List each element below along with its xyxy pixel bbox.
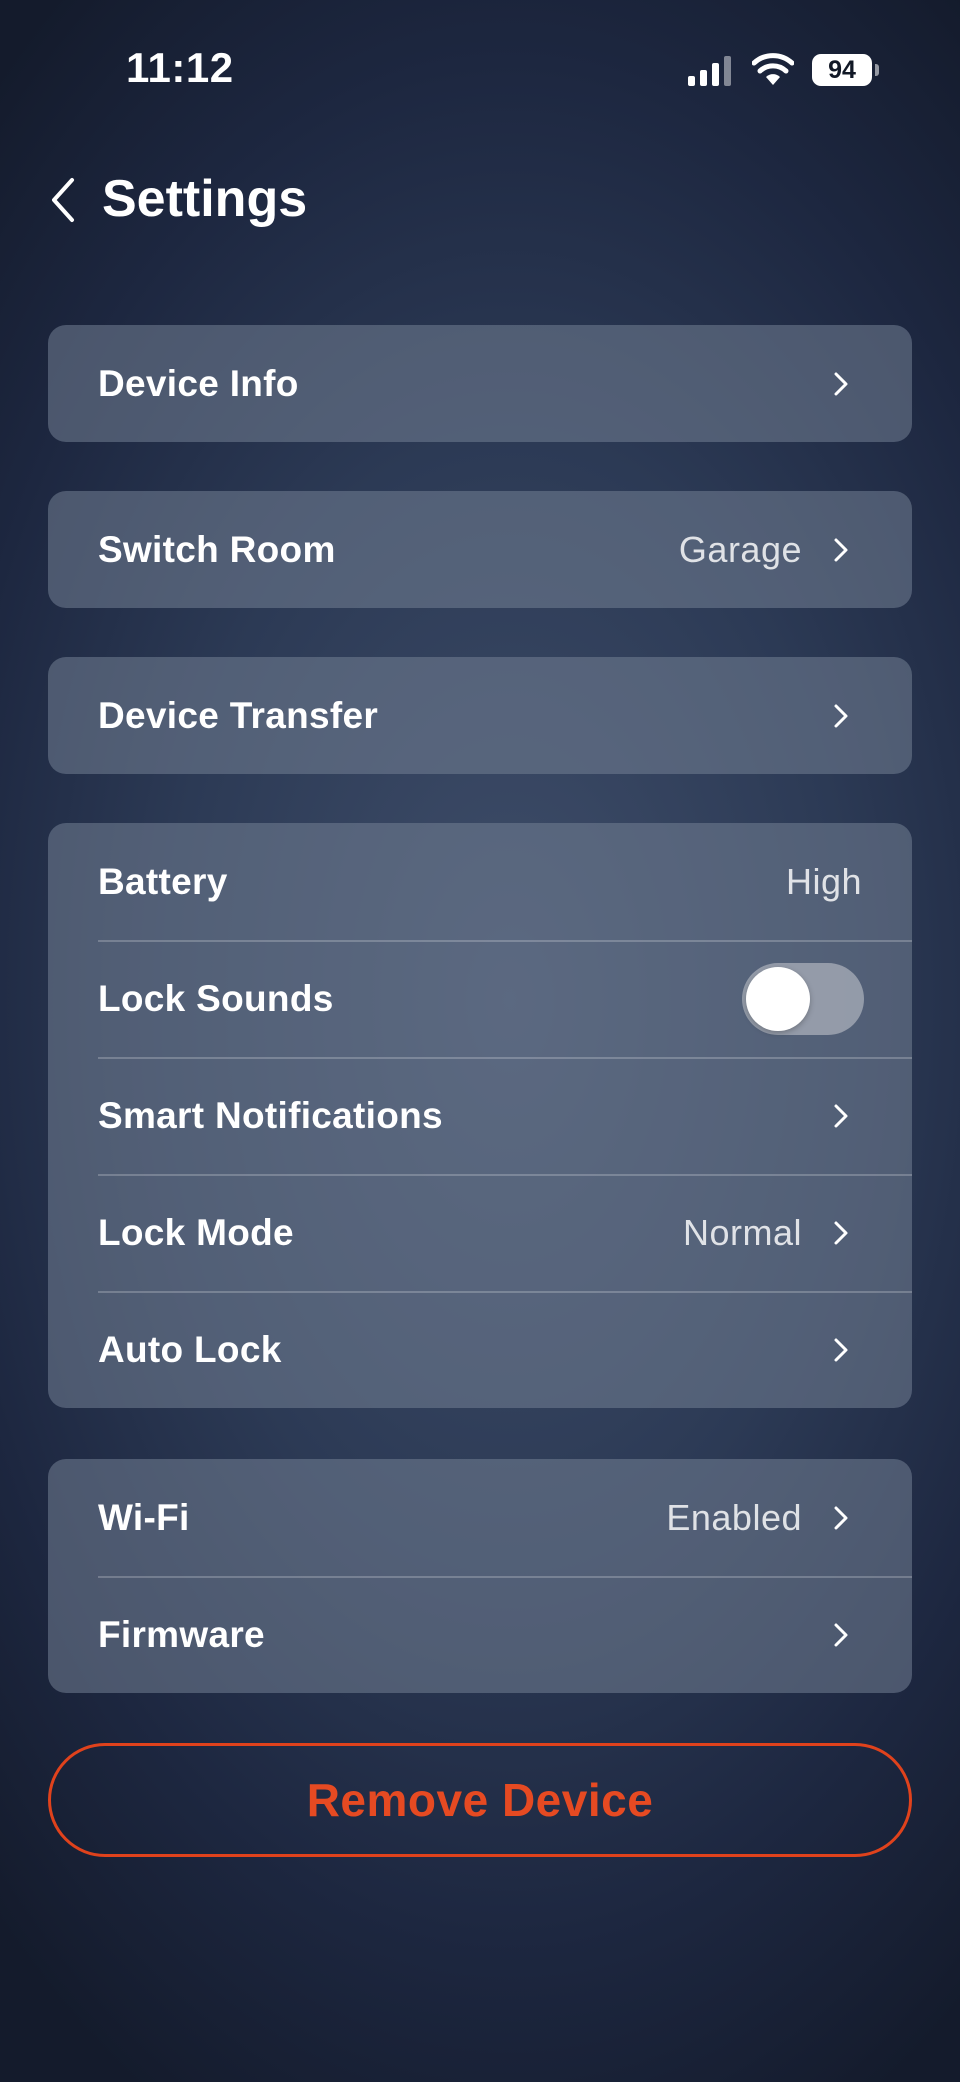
chevron-right-icon xyxy=(834,1104,848,1127)
lock-mode-label: Lock Mode xyxy=(98,1211,294,1253)
page-title: Settings xyxy=(102,170,308,228)
battery-icon: 94 xyxy=(812,54,880,86)
battery-value: High xyxy=(785,860,862,902)
smart-notifications-row[interactable]: Smart Notifications xyxy=(48,1057,912,1174)
switch-room-value: Garage xyxy=(678,528,802,570)
device-info-card: Device Info xyxy=(48,325,912,442)
lock-sounds-label: Lock Sounds xyxy=(98,977,334,1019)
wifi-row[interactable]: Wi-Fi Enabled xyxy=(48,1459,912,1576)
remove-device-button[interactable]: Remove Device xyxy=(48,1743,912,1857)
lock-sounds-row: Lock Sounds xyxy=(48,940,912,1057)
network-card: Wi-Fi Enabled Firmware xyxy=(48,1459,912,1693)
battery-level: 94 xyxy=(828,56,856,84)
firmware-label: Firmware xyxy=(98,1613,265,1655)
device-info-row[interactable]: Device Info xyxy=(48,325,912,442)
chevron-right-icon xyxy=(834,538,848,561)
status-time: 11:12 xyxy=(126,44,234,91)
auto-lock-row[interactable]: Auto Lock xyxy=(48,1291,912,1408)
chevron-right-icon xyxy=(834,372,848,395)
battery-row: Battery High xyxy=(48,823,912,940)
device-transfer-card: Device Transfer xyxy=(48,657,912,774)
chevron-right-icon xyxy=(834,1506,848,1529)
wifi-icon xyxy=(752,53,794,85)
toggle-knob xyxy=(746,966,810,1031)
wifi-value: Enabled xyxy=(666,1496,802,1538)
wifi-label: Wi-Fi xyxy=(98,1496,190,1538)
switch-room-label: Switch Room xyxy=(98,528,336,570)
battery-label: Battery xyxy=(98,860,228,902)
firmware-row[interactable]: Firmware xyxy=(48,1576,912,1693)
chevron-right-icon xyxy=(834,1623,848,1646)
device-transfer-row[interactable]: Device Transfer xyxy=(48,657,912,774)
status-bar: 11:12 94 xyxy=(0,0,960,120)
smart-notifications-label: Smart Notifications xyxy=(98,1094,443,1136)
lock-sounds-toggle[interactable] xyxy=(742,962,864,1035)
chevron-right-icon xyxy=(834,1221,848,1244)
lock-mode-value: Normal xyxy=(682,1211,802,1253)
switch-room-card: Switch Room Garage xyxy=(48,491,912,608)
chevron-right-icon xyxy=(834,704,848,727)
switch-room-row[interactable]: Switch Room Garage xyxy=(48,491,912,608)
lock-mode-row[interactable]: Lock Mode Normal xyxy=(48,1174,912,1291)
chevron-left-icon[interactable] xyxy=(44,170,84,230)
auto-lock-label: Auto Lock xyxy=(98,1328,282,1370)
device-transfer-label: Device Transfer xyxy=(98,694,379,736)
chevron-right-icon xyxy=(834,1338,848,1361)
cellular-signal-icon xyxy=(688,56,731,86)
device-settings-card: Battery High Lock Sounds Smart Notificat… xyxy=(48,823,912,1408)
device-info-label: Device Info xyxy=(98,362,299,404)
